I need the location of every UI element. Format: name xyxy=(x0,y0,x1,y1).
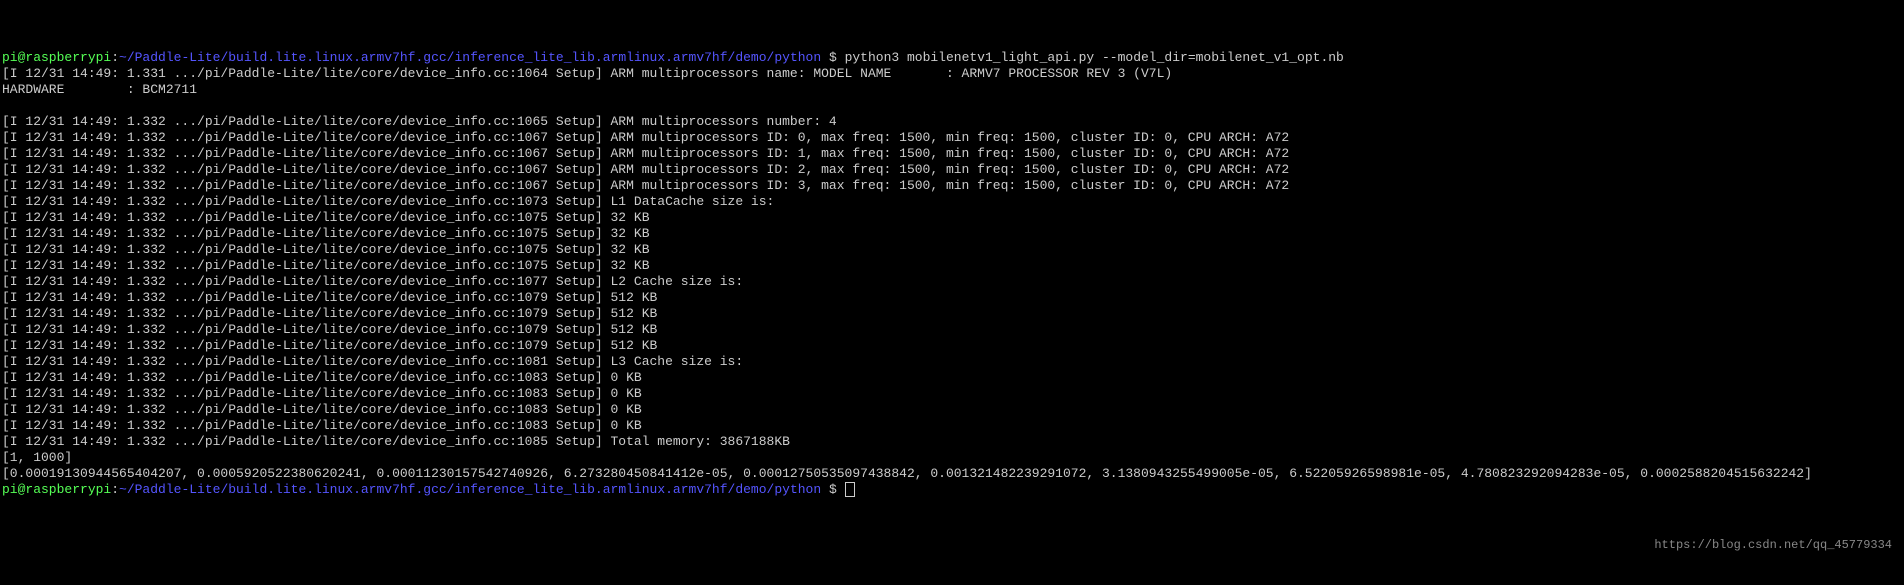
log-line: [I 12/31 14:49: 1.332 .../pi/Paddle-Lite… xyxy=(2,306,657,321)
output-shape: [1, 1000] xyxy=(2,450,72,465)
log-line: [I 12/31 14:49: 1.332 .../pi/Paddle-Lite… xyxy=(2,402,642,417)
log-line: [I 12/31 14:49: 1.332 .../pi/Paddle-Lite… xyxy=(2,194,774,209)
log-line: [I 12/31 14:49: 1.332 .../pi/Paddle-Lite… xyxy=(2,242,650,257)
log-line: [I 12/31 14:49: 1.332 .../pi/Paddle-Lite… xyxy=(2,178,1289,193)
prompt-dollar: $ xyxy=(821,50,844,65)
log-line: HARDWARE : BCM2711 xyxy=(2,82,197,97)
watermark-text: https://blog.csdn.net/qq_45779334 xyxy=(1654,537,1892,553)
prompt-path: ~/Paddle-Lite/build.lite.linux.armv7hf.g… xyxy=(119,50,821,65)
log-line: [I 12/31 14:49: 1.332 .../pi/Paddle-Lite… xyxy=(2,370,642,385)
prompt-path: ~/Paddle-Lite/build.lite.linux.armv7hf.g… xyxy=(119,482,821,497)
command-text: python3 mobilenetv1_light_api.py --model… xyxy=(845,50,1344,65)
log-line: [I 12/31 14:49: 1.332 .../pi/Paddle-Lite… xyxy=(2,386,642,401)
cursor-icon[interactable] xyxy=(845,482,855,497)
log-line: [I 12/31 14:49: 1.332 .../pi/Paddle-Lite… xyxy=(2,322,657,337)
log-line: [I 12/31 14:49: 1.332 .../pi/Paddle-Lite… xyxy=(2,130,1289,145)
prompt-dollar: $ xyxy=(821,482,844,497)
log-line: [I 12/31 14:49: 1.332 .../pi/Paddle-Lite… xyxy=(2,258,650,273)
prompt-user: pi@raspberrypi xyxy=(2,50,111,65)
log-line: [I 12/31 14:49: 1.332 .../pi/Paddle-Lite… xyxy=(2,418,642,433)
log-line: [I 12/31 14:49: 1.331 .../pi/Paddle-Lite… xyxy=(2,66,1172,81)
log-line: [I 12/31 14:49: 1.332 .../pi/Paddle-Lite… xyxy=(2,434,790,449)
log-line: [I 12/31 14:49: 1.332 .../pi/Paddle-Lite… xyxy=(2,290,657,305)
log-line: [I 12/31 14:49: 1.332 .../pi/Paddle-Lite… xyxy=(2,354,743,369)
log-line: [I 12/31 14:49: 1.332 .../pi/Paddle-Lite… xyxy=(2,338,657,353)
terminal-output[interactable]: pi@raspberrypi:~/Paddle-Lite/build.lite.… xyxy=(2,50,1902,498)
log-line: [I 12/31 14:49: 1.332 .../pi/Paddle-Lite… xyxy=(2,162,1289,177)
log-line: [I 12/31 14:49: 1.332 .../pi/Paddle-Lite… xyxy=(2,226,650,241)
log-line: [I 12/31 14:49: 1.332 .../pi/Paddle-Lite… xyxy=(2,146,1289,161)
prompt-sep: : xyxy=(111,50,119,65)
prompt-sep: : xyxy=(111,482,119,497)
log-line: [I 12/31 14:49: 1.332 .../pi/Paddle-Lite… xyxy=(2,210,650,225)
log-line: [I 12/31 14:49: 1.332 .../pi/Paddle-Lite… xyxy=(2,274,743,289)
prompt-user: pi@raspberrypi xyxy=(2,482,111,497)
log-line: [I 12/31 14:49: 1.332 .../pi/Paddle-Lite… xyxy=(2,114,837,129)
output-values: [0.00019130944565404207, 0.0005920522380… xyxy=(2,466,1812,481)
